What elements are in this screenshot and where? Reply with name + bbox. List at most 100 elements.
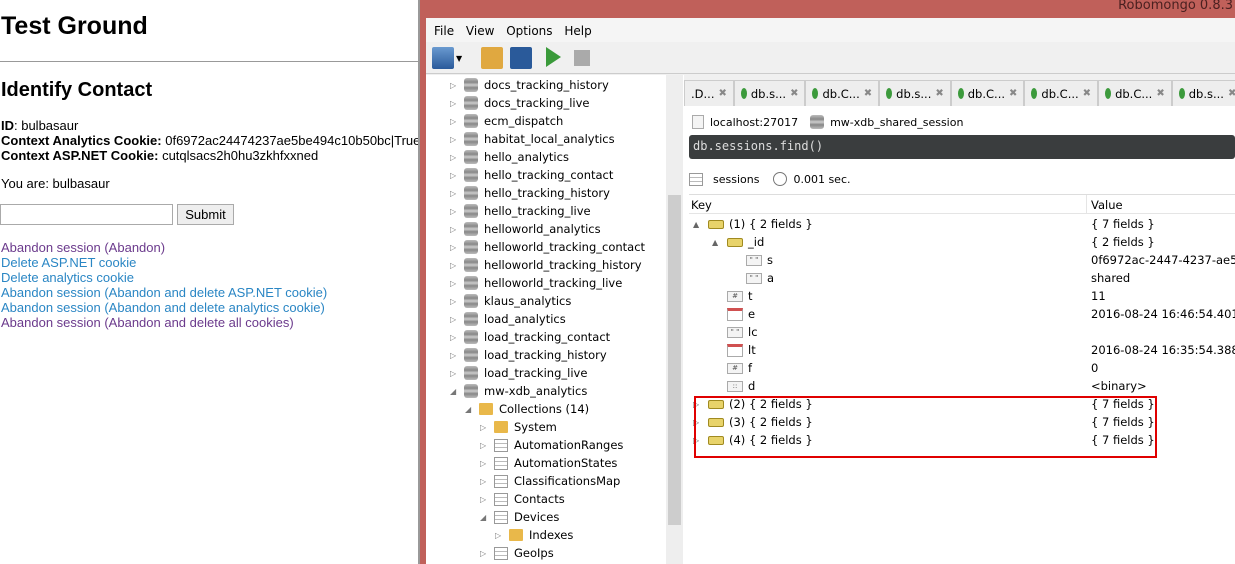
query-tab[interactable]: db.C... ✖ <box>1024 80 1099 106</box>
expand-arrow-icon[interactable]: ▷ <box>480 441 490 450</box>
expand-arrow-icon[interactable]: ▷ <box>450 315 460 324</box>
expand-arrow-icon[interactable]: ▷ <box>450 189 460 198</box>
expand-arrow-icon[interactable]: ▷ <box>450 297 460 306</box>
expand-arrow-icon[interactable]: ▷ <box>480 495 490 504</box>
tree-item[interactable]: ▷ docs_tracking_live <box>450 94 589 112</box>
tree-item[interactable]: ▷ helloworld_tracking_history <box>450 256 642 274</box>
menu-options[interactable]: Options <box>506 24 552 38</box>
collapse-arrow-icon[interactable]: ◢ <box>450 387 460 396</box>
tree-item[interactable]: ▷ hello_tracking_live <box>450 202 591 220</box>
query-tab[interactable]: db.C... ✖ <box>1098 80 1172 106</box>
close-icon[interactable]: ✖ <box>1156 88 1164 99</box>
expand-arrow-icon[interactable]: ▲ <box>693 220 703 229</box>
tree-item[interactable]: ▷ Indexes <box>495 526 573 544</box>
tree-item[interactable]: ▷ load_tracking_live <box>450 364 587 382</box>
column-value[interactable]: Value <box>1086 195 1127 214</box>
tree-item[interactable]: ▷ hello_tracking_history <box>450 184 610 202</box>
table-row[interactable]: ▲ (1) { 2 fields } { 7 fields } <box>689 215 1235 233</box>
expand-arrow-icon[interactable]: ▷ <box>480 549 490 558</box>
expand-arrow-icon[interactable]: ▲ <box>712 238 722 247</box>
close-icon[interactable]: ✖ <box>1009 88 1017 99</box>
query-tab[interactable]: db.C... ✖ <box>950 80 1025 106</box>
tree-item[interactable]: ▷ Contacts <box>480 490 565 508</box>
expand-arrow-icon[interactable]: ▷ <box>450 81 460 90</box>
table-row[interactable]: :: d <binary> <box>689 377 1235 395</box>
close-icon[interactable]: ✖ <box>864 88 872 99</box>
close-icon[interactable]: ✖ <box>1083 88 1091 99</box>
expand-arrow-icon[interactable]: ▷ <box>450 333 460 342</box>
table-row[interactable]: " " lc <box>689 323 1235 341</box>
run-icon[interactable] <box>546 47 561 67</box>
chevron-down-icon[interactable]: ▼ <box>456 54 464 76</box>
expand-arrow-icon[interactable]: ▷ <box>480 423 490 432</box>
stop-icon[interactable] <box>574 50 590 66</box>
tree-item[interactable]: ▷ klaus_analytics <box>450 292 571 310</box>
action-link[interactable]: Abandon session (Abandon and delete ASP.… <box>1 285 327 300</box>
expand-arrow-icon[interactable]: ▷ <box>480 477 490 486</box>
expand-arrow-icon[interactable]: ▷ <box>450 153 460 162</box>
table-row[interactable]: ▲ _id { 2 fields } <box>689 233 1235 251</box>
table-row[interactable]: # f 0 <box>689 359 1235 377</box>
scrollbar-thumb[interactable] <box>668 195 681 525</box>
tree-item[interactable]: ▷ AutomationRanges <box>480 436 623 454</box>
expand-arrow-icon[interactable]: ▷ <box>450 261 460 270</box>
table-row[interactable]: " " s 0f6972ac-2447-4237-ae5b-e <box>689 251 1235 269</box>
tree-item[interactable]: ▷ habitat_local_analytics <box>450 130 615 148</box>
tree-item[interactable]: ▷ docs_tracking_history <box>450 76 609 94</box>
tree-item[interactable]: ▷ load_tracking_history <box>450 346 607 364</box>
tree-item[interactable]: ▷ GeoIps <box>480 544 554 562</box>
table-row[interactable]: # t 11 <box>689 287 1235 305</box>
expand-arrow-icon[interactable]: ▷ <box>450 351 460 360</box>
query-editor[interactable]: db.sessions.find() <box>689 135 1235 159</box>
close-icon[interactable]: ✖ <box>718 88 726 99</box>
submit-button[interactable]: Submit <box>177 204 234 225</box>
tree-item[interactable]: ▷ hello_analytics <box>450 148 569 166</box>
query-tab[interactable]: db.s... ✖ <box>879 80 951 106</box>
tree-item[interactable]: ▷ AutomationStates <box>480 454 617 472</box>
query-tab[interactable]: db.C... ✖ <box>805 80 880 106</box>
collapse-arrow-icon[interactable]: ◢ <box>465 405 475 414</box>
expand-arrow-icon[interactable]: ▷ <box>450 225 460 234</box>
action-link[interactable]: Abandon session (Abandon) <box>1 240 327 255</box>
tree-item[interactable]: ▷ hello_tracking_contact <box>450 166 613 184</box>
close-icon[interactable]: ✖ <box>1228 88 1235 99</box>
column-key[interactable]: Key <box>691 198 712 212</box>
tree-item[interactable]: ▷ ecm_dispatch <box>450 112 563 130</box>
close-icon[interactable]: ✖ <box>935 88 943 99</box>
expand-arrow-icon[interactable]: ▷ <box>480 459 490 468</box>
expand-arrow-icon[interactable]: ▷ <box>450 243 460 252</box>
identify-input[interactable] <box>0 204 173 225</box>
query-tab[interactable]: db.s... ✖ <box>733 80 806 106</box>
tree-item[interactable]: ◢ Devices <box>480 508 559 526</box>
expand-arrow-icon[interactable]: ▷ <box>495 531 505 540</box>
tree-item[interactable]: ▷ load_tracking_contact <box>450 328 610 346</box>
tree-item[interactable]: ▷ ClassificationsMap <box>480 472 620 490</box>
collapse-arrow-icon[interactable]: ◢ <box>480 513 490 522</box>
tree-item[interactable]: ▷ helloworld_analytics <box>450 220 601 238</box>
table-row[interactable]: e 2016-08-24 16:46:54.401Z <box>689 305 1235 323</box>
action-link[interactable]: Delete analytics cookie <box>1 270 327 285</box>
open-folder-icon[interactable] <box>481 47 503 69</box>
table-row[interactable]: lt 2016-08-24 16:35:54.388Z <box>689 341 1235 359</box>
tree-item[interactable]: ◢ Collections (14) <box>465 400 589 418</box>
tree-item[interactable]: ▷ System <box>480 418 557 436</box>
expand-arrow-icon[interactable]: ▷ <box>450 207 460 216</box>
expand-arrow-icon[interactable]: ▷ <box>450 135 460 144</box>
query-tab[interactable]: db.s... ✖ <box>1171 80 1235 106</box>
action-link[interactable]: Abandon session (Abandon and delete all … <box>1 315 327 330</box>
tree-item[interactable]: ▷ helloworld_tracking_contact <box>450 238 645 256</box>
tree-item[interactable]: ▷ helloworld_tracking_live <box>450 274 622 292</box>
table-row[interactable]: " " a shared <box>689 269 1235 287</box>
expand-arrow-icon[interactable]: ▷ <box>450 369 460 378</box>
query-tab[interactable]: .D... ✖ <box>684 80 734 106</box>
menu-view[interactable]: View <box>466 24 494 38</box>
tree-item[interactable]: ▷ load_analytics <box>450 310 566 328</box>
expand-arrow-icon[interactable]: ▷ <box>450 279 460 288</box>
connect-icon[interactable] <box>432 47 454 69</box>
save-icon[interactable] <box>510 47 532 69</box>
action-link[interactable]: Abandon session (Abandon and delete anal… <box>1 300 327 315</box>
expand-arrow-icon[interactable]: ▷ <box>450 99 460 108</box>
expand-arrow-icon[interactable]: ▷ <box>450 171 460 180</box>
menu-file[interactable]: File <box>434 24 454 38</box>
action-link[interactable]: Delete ASP.NET cookie <box>1 255 327 270</box>
